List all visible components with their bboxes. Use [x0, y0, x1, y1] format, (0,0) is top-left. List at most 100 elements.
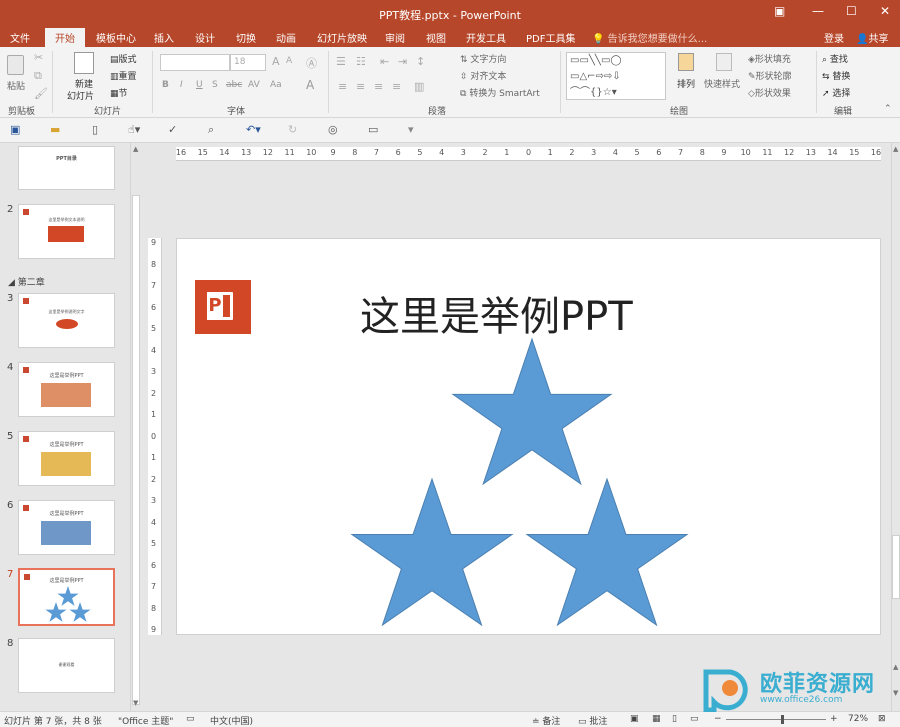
notes-button[interactable]: ≐ 备注	[532, 714, 560, 727]
underline-button[interactable]: U	[196, 80, 203, 90]
slide-title[interactable]: 这里是举例PPT	[360, 284, 633, 342]
tab-animations[interactable]: 动画	[276, 30, 296, 45]
zoom-in-icon[interactable]: +	[830, 714, 838, 724]
select-button[interactable]: ➚ 选择	[822, 86, 850, 99]
editor-scrollbar[interactable]: ▲ ▲ ▼	[891, 143, 900, 711]
tab-templates[interactable]: 模板中心	[96, 30, 136, 45]
new-document-icon[interactable]: ▯	[92, 123, 98, 136]
slide-thumbnail-5[interactable]: 这里是举例PPT	[18, 431, 115, 486]
italic-button[interactable]: I	[180, 80, 183, 90]
maximize-icon[interactable]: ☐	[846, 4, 857, 18]
quick-styles-button[interactable]: 快速样式	[704, 51, 744, 99]
scroll-thumb[interactable]	[892, 535, 900, 599]
tab-home[interactable]: 开始	[45, 28, 85, 47]
collapse-ribbon-icon[interactable]: ⌃	[884, 104, 892, 114]
new-slide-button[interactable]: 新建 幻灯片	[64, 50, 106, 102]
tab-review[interactable]: 审阅	[385, 30, 405, 45]
sorter-view-icon[interactable]: ▦	[652, 714, 661, 724]
reading-view-icon[interactable]: ▯	[672, 714, 677, 724]
text-direction-button[interactable]: ⇅ 文字方向	[460, 52, 506, 65]
shapes-gallery[interactable]: ▭▭╲╲▭◯ ▭△⌐⇨⇨⇩ ⌒⌒{}☆▾	[566, 52, 666, 100]
slideshow-view-icon[interactable]: ▭	[690, 714, 699, 724]
spell-check-icon[interactable]: ▭	[186, 714, 195, 724]
language[interactable]: 中文(中国)	[210, 714, 253, 727]
line-spacing-icon[interactable]: ↕	[416, 55, 425, 68]
shape-fill-button[interactable]: ◈形状填充	[748, 52, 791, 65]
cut-icon[interactable]: ✂	[34, 51, 43, 64]
align-left-icon[interactable]: ≡	[338, 80, 347, 93]
slide-thumbnail-4[interactable]: 这里是举例PPT	[18, 362, 115, 417]
shrink-font-icon[interactable]: A	[286, 56, 292, 66]
zoom-out-icon[interactable]: −	[714, 714, 722, 724]
slide-thumbnail-1[interactable]: PPT目录	[18, 146, 115, 190]
arrange-button[interactable]: 排列	[674, 51, 700, 99]
scroll-up-icon[interactable]: ▲	[133, 145, 138, 153]
login-link[interactable]: 登录	[824, 30, 844, 45]
section-header[interactable]: ◢ 第二章	[8, 275, 45, 288]
tell-me-box[interactable]: 💡 告诉我您想要做什么...	[592, 30, 707, 45]
paste-button[interactable]: 粘贴	[4, 51, 28, 97]
bullets-icon[interactable]: ☰	[336, 55, 346, 68]
customize-qat-icon[interactable]: ▾	[408, 123, 414, 136]
comments-button[interactable]: ▭ 批注	[578, 714, 607, 727]
clear-format-icon[interactable]: Ⓐ	[306, 55, 317, 71]
shape-outline-button[interactable]: ✎形状轮廓	[748, 69, 792, 82]
replace-button[interactable]: ⇆ 替换	[822, 69, 850, 82]
tab-file[interactable]: 文件	[10, 30, 30, 45]
font-color-button[interactable]: A	[306, 78, 314, 92]
reset-button[interactable]: ▥重置	[110, 69, 137, 82]
layout-button[interactable]: ▤版式	[110, 52, 137, 65]
font-size-input[interactable]: 18	[230, 54, 266, 71]
open-folder-icon[interactable]: ▬	[50, 123, 60, 136]
close-icon[interactable]: ✕	[880, 4, 890, 18]
zoom-level[interactable]: 72%	[848, 714, 868, 724]
format-painter-icon[interactable]: 🖌	[34, 87, 48, 100]
normal-view-icon[interactable]: ▣	[630, 714, 639, 724]
undo-icon[interactable]: ↶▾	[246, 123, 261, 136]
shadow-button[interactable]: S	[212, 80, 218, 90]
tab-insert[interactable]: 插入	[154, 30, 174, 45]
thumbnail-scrollbar[interactable]: ▲ ▼	[130, 143, 141, 711]
align-right-icon[interactable]: ≡	[374, 80, 383, 93]
font-name-input[interactable]	[160, 54, 230, 71]
slide-thumbnail-2[interactable]: 这里是举例文本说明	[18, 204, 115, 259]
spelling-icon[interactable]: ✓	[168, 123, 177, 136]
find-button[interactable]: ⌕ 查找	[822, 52, 848, 65]
smartart-button[interactable]: ⧉ 转换为 SmartArt	[460, 86, 540, 99]
ribbon-display-icon[interactable]: ▣	[774, 4, 785, 18]
save-icon[interactable]: ▣	[10, 123, 20, 136]
fit-to-window-icon[interactable]: ⊠	[878, 714, 886, 724]
slide-thumbnail-7[interactable]: 这里是举例PPT	[18, 568, 115, 626]
touch-mode-icon[interactable]: ☝▾	[128, 123, 140, 136]
change-case-button[interactable]: Aa	[270, 80, 282, 90]
share-button[interactable]: 👤共享	[856, 30, 888, 45]
shape-effects-button[interactable]: ◇形状效果	[748, 86, 791, 99]
redo-icon[interactable]: ↻	[288, 123, 297, 136]
slideshow-icon[interactable]: ▭	[368, 123, 378, 136]
tab-design[interactable]: 设计	[195, 30, 215, 45]
columns-icon[interactable]: ▥	[414, 80, 424, 93]
tab-transitions[interactable]: 切换	[236, 30, 256, 45]
presentation-icon[interactable]: ◎	[328, 123, 338, 136]
zoom-slider-thumb[interactable]	[781, 715, 784, 724]
zoom-slider[interactable]	[726, 715, 826, 724]
minimize-icon[interactable]: —	[812, 4, 824, 18]
slide-thumbnail-6[interactable]: 这里是举例PPT	[18, 500, 115, 555]
tab-developer[interactable]: 开发工具	[466, 30, 506, 45]
increase-indent-icon[interactable]: ⇥	[398, 55, 407, 68]
scroll-down-icon[interactable]: ▼	[133, 699, 138, 707]
print-preview-icon[interactable]: ⌕	[208, 123, 214, 137]
grow-font-icon[interactable]: A	[272, 55, 280, 68]
char-spacing-button[interactable]: AV	[248, 80, 260, 90]
align-text-button[interactable]: ⇳ 对齐文本	[460, 69, 506, 82]
section-button[interactable]: ▦节	[110, 86, 128, 99]
scroll-thumb[interactable]	[132, 195, 140, 705]
numbering-icon[interactable]: ☷	[356, 55, 366, 68]
justify-icon[interactable]: ≡	[392, 80, 401, 93]
decrease-indent-icon[interactable]: ⇤	[380, 55, 389, 68]
bold-button[interactable]: B	[162, 80, 169, 90]
copy-icon[interactable]: ⧉	[34, 69, 42, 83]
scroll-up-icon[interactable]: ▲	[893, 145, 898, 153]
align-center-icon[interactable]: ≡	[356, 80, 365, 93]
tab-view[interactable]: 视图	[426, 30, 446, 45]
